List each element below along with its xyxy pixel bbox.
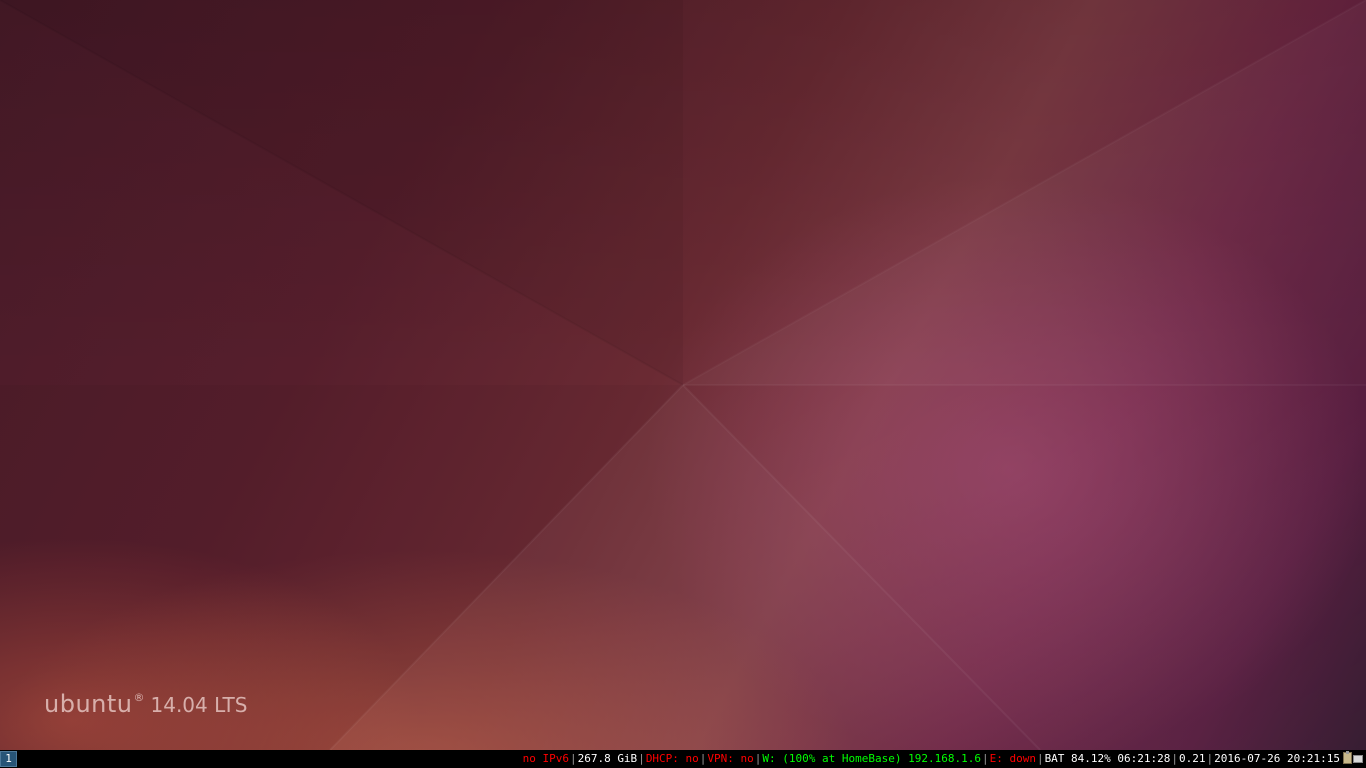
status-separator: | [638,752,645,765]
i3-status-bar: 1 no IPv6|267.8 GiB|DHCP: no|VPN: no|W: … [0,750,1366,768]
status-separator: | [569,752,577,765]
wallpaper-rays [0,0,1366,750]
status-separator: | [699,752,707,765]
status-separator: | [754,752,762,765]
disk-status: 267.8 GiB [577,752,638,765]
ubuntu-wordmark: ubuntu [44,690,133,718]
ipv6-status: no IPv6 [522,752,569,765]
system-tray [1342,751,1364,766]
keyboard-icon[interactable] [1353,755,1363,763]
dhcp-status: DHCP: no [645,752,699,765]
status-separator: | [1036,752,1044,765]
load-status: 0.21 [1179,752,1206,765]
status-items: no IPv6|267.8 GiB|DHCP: no|VPN: no|W: (1… [523,750,1340,768]
status-separator: | [981,752,989,765]
status-separator: | [1171,752,1179,765]
status-separator: | [1206,752,1214,765]
ubuntu-logo: ubuntu® 14.04 LTS [44,690,247,718]
wireless-status: W: (100% at HomeBase) 192.168.1.6 [762,752,981,765]
vpn-status: VPN: no [707,752,754,765]
workspace-button-1[interactable]: 1 [0,751,17,767]
ubuntu-version: 14.04 LTS [150,693,248,717]
ethernet-status: E: down [989,752,1036,765]
circle-of-friends-icon: ® [133,691,145,704]
desktop-wallpaper: ubuntu® 14.04 LTS [0,0,1366,750]
battery-status: BAT 84.12% 06:21:28 [1044,752,1171,765]
clipboard-icon[interactable] [1343,751,1352,764]
datetime-status: 2016-07-26 20:21:15 [1214,752,1340,765]
